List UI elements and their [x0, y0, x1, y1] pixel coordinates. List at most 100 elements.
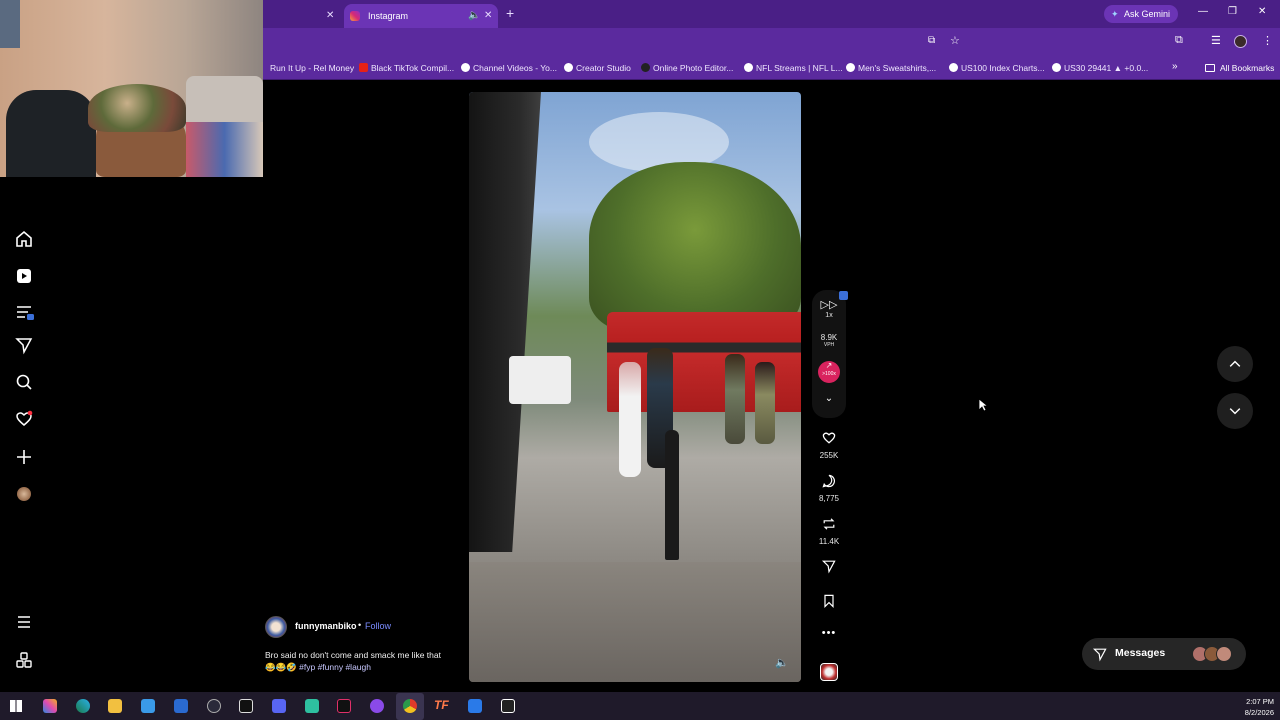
mute-toggle-icon[interactable]: 🔈 — [775, 656, 789, 669]
repost-count: 11.4K — [818, 537, 840, 546]
new-tab-button[interactable]: + — [506, 4, 514, 22]
more-options-icon[interactable]: ••• — [816, 627, 842, 639]
globe-icon — [461, 63, 470, 72]
app-icon[interactable] — [370, 699, 384, 713]
audio-track-thumbnail[interactable] — [820, 663, 838, 681]
video-person — [619, 362, 641, 477]
bookmark-item[interactable]: Channel Videos - Yo... — [461, 56, 557, 80]
author-username[interactable]: funnymanbiko — [295, 621, 357, 631]
windows-start-icon[interactable] — [10, 700, 22, 712]
reading-list-icon[interactable]: ☰ — [1211, 34, 1221, 47]
video-person — [755, 362, 775, 444]
bookmark-item[interactable]: Run It Up - Rel Money — [258, 56, 354, 80]
bookmark-item[interactable]: Black TikTok Compil... — [359, 56, 454, 80]
tab-close-icon[interactable]: ✕ — [326, 4, 334, 28]
bookmarks-overflow-icon[interactable]: » — [1172, 61, 1178, 72]
repost-icon[interactable] — [816, 516, 842, 537]
mail-icon[interactable] — [174, 699, 188, 713]
bookmark-item[interactable]: US100 Index Charts... — [949, 56, 1045, 80]
app-icon[interactable] — [305, 699, 319, 713]
bookmark-item[interactable]: Men's Sweatshirts,... — [846, 56, 936, 80]
trend-value: >100x — [822, 371, 836, 377]
chevron-up-icon — [1229, 360, 1241, 367]
nav-direct-messages-icon[interactable] — [14, 335, 34, 355]
mouse-cursor-icon — [978, 398, 988, 412]
extensions-puzzle-icon[interactable]: ⧉ — [1175, 34, 1183, 47]
install-app-icon[interactable]: ⧉ — [928, 35, 935, 46]
close-window-button[interactable]: ✕ — [1258, 6, 1266, 17]
clock-date[interactable]: 8/2/2026 — [1232, 708, 1274, 717]
copilot-icon[interactable] — [43, 699, 57, 713]
tab-instagram[interactable]: Instagram 🔈 ✕ — [344, 4, 498, 28]
nav-home-icon[interactable] — [14, 229, 34, 249]
chrome-icon[interactable] — [403, 699, 417, 713]
video-person — [725, 354, 745, 444]
windows-taskbar — [0, 692, 1280, 720]
app-icon[interactable]: TF — [434, 698, 449, 712]
globe-icon — [1052, 63, 1061, 72]
caption-hashtags[interactable]: #fyp #funny #laugh — [299, 662, 371, 672]
video-bollard — [665, 430, 679, 560]
webcam-headboard — [186, 76, 263, 122]
expand-stats-chevron-icon[interactable]: ⌄ — [816, 393, 842, 404]
save-bookmark-icon[interactable] — [816, 593, 842, 614]
webcam-person-cap — [88, 84, 186, 132]
epic-games-icon[interactable] — [239, 699, 253, 713]
file-explorer-icon[interactable] — [108, 699, 122, 713]
nav-profile-avatar[interactable] — [14, 484, 34, 504]
author-avatar[interactable] — [265, 616, 287, 638]
messages-label: Messages — [1115, 647, 1166, 659]
tiktok-icon[interactable] — [337, 699, 351, 713]
youtube-icon — [359, 63, 368, 72]
playback-speed-icon[interactable]: ▷▷ — [816, 298, 842, 311]
nav-reels-icon[interactable] — [14, 266, 34, 286]
ask-gemini-button[interactable]: ✦ Ask Gemini — [1104, 5, 1179, 23]
video-van — [509, 356, 571, 404]
bookmark-star-icon[interactable]: ☆ — [950, 34, 960, 47]
bookmark-item[interactable]: US30 29441 ▲ +0.0... — [1052, 56, 1148, 80]
edge-icon[interactable] — [76, 699, 90, 713]
tab-audio-icon[interactable]: 🔈 — [468, 4, 480, 28]
minimize-button[interactable]: — — [1198, 6, 1208, 17]
webcam-chair — [6, 90, 96, 177]
nav-feed-filter-icon[interactable] — [14, 302, 34, 322]
app-icon[interactable] — [501, 699, 515, 713]
reel-video[interactable]: 🔈 — [469, 92, 801, 682]
bookmark-item[interactable]: Online Photo Editor... — [641, 56, 733, 80]
nav-more-menu-icon[interactable] — [14, 612, 34, 632]
bookmark-item[interactable]: Creator Studio — [564, 56, 631, 80]
dot-separator: • — [358, 620, 362, 630]
nav-search-icon[interactable] — [14, 372, 34, 392]
store-icon[interactable] — [141, 699, 155, 713]
clock-time[interactable]: 2:07 PM — [1232, 697, 1274, 706]
tab-previous[interactable]: ✕ — [264, 4, 342, 28]
nav-notifications-heart-icon[interactable] — [14, 409, 34, 429]
nav-also-from-meta-icon[interactable] — [14, 650, 34, 670]
previous-reel-button[interactable] — [1217, 346, 1253, 382]
vph-value: 8.9K — [820, 333, 838, 342]
like-heart-icon[interactable] — [816, 430, 842, 451]
tab-title: Instagram — [368, 11, 409, 21]
chevron-down-icon — [1229, 408, 1241, 415]
menu-kebab-icon[interactable]: ⋮ — [1262, 34, 1273, 47]
discord-icon[interactable] — [272, 699, 286, 713]
bookmark-item[interactable]: NFL Streams | NFL L... — [744, 56, 843, 80]
profile-avatar[interactable] — [1234, 35, 1247, 48]
follow-button[interactable]: Follow — [365, 621, 391, 631]
webcam-bed — [186, 122, 263, 177]
restore-button[interactable]: ❐ — [1228, 6, 1237, 17]
globe-icon — [744, 63, 753, 72]
app-icon[interactable] — [468, 699, 482, 713]
paper-plane-icon — [1092, 648, 1107, 662]
vph-label: VPH — [823, 342, 835, 348]
next-reel-button[interactable] — [1217, 393, 1253, 429]
message-avatar — [1216, 646, 1232, 662]
steam-icon[interactable] — [207, 699, 221, 713]
all-bookmarks-button[interactable]: All Bookmarks — [1220, 56, 1274, 80]
messages-button[interactable]: Messages — [1082, 638, 1246, 670]
tab-close-icon[interactable]: ✕ — [484, 4, 492, 28]
nav-create-plus-icon[interactable] — [14, 447, 34, 467]
webcam-wall — [0, 0, 20, 48]
comment-bubble-icon[interactable] — [816, 473, 842, 494]
share-paper-plane-icon[interactable] — [816, 558, 842, 579]
